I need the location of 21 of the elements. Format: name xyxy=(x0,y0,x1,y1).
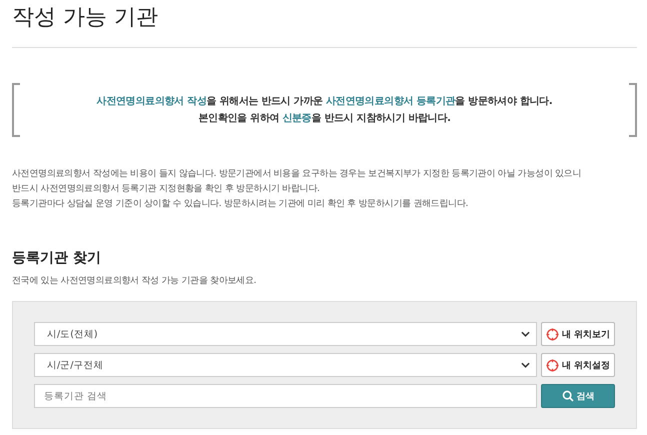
section-subtitle: 전국에 있는 사전연명의료의향서 작성 가능 기관을 찾아보세요. xyxy=(12,275,258,287)
info-text: 사전연명의료의향서 작성에는 비용이 들지 않습니다. 방문기관에서 비용을 요구하는 경우는 보건복지부가 지정한 등록기관이 아닐 가능성이 있으니 xyxy=(12,168,582,181)
info-text: 반드시 사전연명의료의향서 등록기관 지정현황을 확인 후 방문하시기 바랍니다. xyxy=(12,183,321,196)
search-button[interactable]: 검색 xyxy=(541,384,615,408)
info-text: 등록기관마다 상담실 운영 기준이 상이할 수 있습니다. 방문하시려는 기관에 미리 확인 후 방문하시기를 권해드립니다. xyxy=(12,198,470,211)
region-select[interactable]: 시/군/구전체 xyxy=(34,353,537,377)
search-field[interactable]: 등록기관 검색 xyxy=(34,384,537,408)
bracket-drawing xyxy=(629,83,637,137)
region-select[interactable]: 시/도(전체) xyxy=(34,322,537,346)
bracket-drawing xyxy=(12,83,20,137)
chevron-down-icon xyxy=(521,331,530,337)
search-icon xyxy=(562,390,574,402)
crosshair-icon xyxy=(546,328,559,340)
crosshair-icon xyxy=(546,358,559,372)
page-title: 작성 가능 기관 xyxy=(12,4,159,32)
location-button[interactable]: 내 위치설정 xyxy=(541,353,615,377)
chevron-down-icon xyxy=(521,362,530,368)
notice-text: 사전연명의료의향서 작성을 위해서는 반드시 가까운 사전연명의료의향서 등록기관을 방문하셔야 합니다. xyxy=(96,95,554,109)
notice-text: 본인확인을 위하여 신분증을 반드시 지참하시기 바랍니다. xyxy=(197,112,452,126)
location-button[interactable]: 내 위치보기 xyxy=(541,322,615,346)
section-heading: 등록기관 찾기 xyxy=(12,249,102,268)
